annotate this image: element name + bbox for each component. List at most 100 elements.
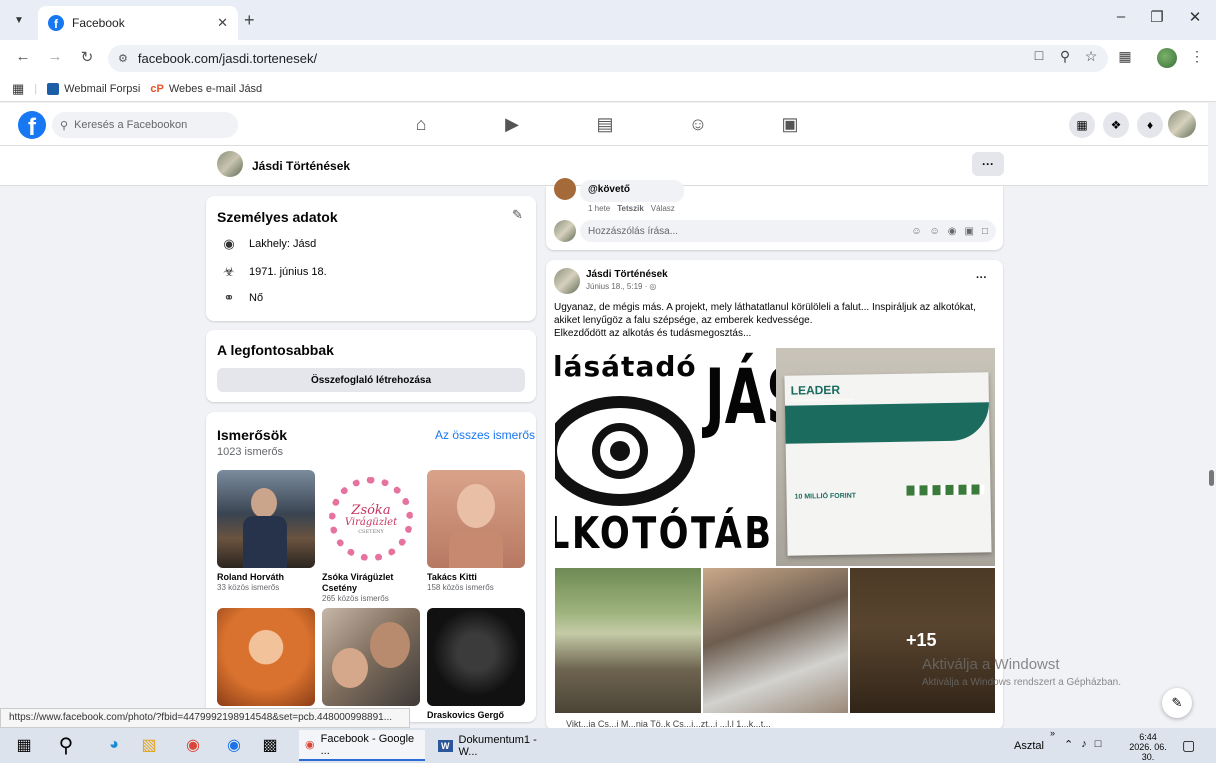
gif-icon[interactable]: ▣: [965, 226, 974, 237]
clock-time: 6:44: [1139, 732, 1157, 742]
video-icon[interactable]: ▶: [497, 114, 527, 135]
edge-icon[interactable]: ◕: [102, 733, 126, 757]
bookmark-label: Webmail Forpsi: [64, 82, 141, 95]
location-row: ◉ Lakhely: Jásd: [221, 236, 316, 252]
reload-icon[interactable]: ↻: [76, 48, 98, 66]
friend-name[interactable]: Takács Kitti: [427, 572, 525, 583]
new-tab-icon[interactable]: +: [244, 10, 255, 31]
gender-row: ⚭ Nő: [221, 290, 264, 306]
browser-tab[interactable]: f Facebook ✕: [38, 6, 238, 40]
account-avatar[interactable]: [1168, 110, 1196, 138]
forward-icon[interactable]: →: [44, 48, 66, 65]
friend-name[interactable]: Zsóka Virágüzlet Csetény: [322, 572, 420, 594]
friend-photo[interactable]: [427, 470, 525, 568]
windows-start-icon[interactable]: ▦: [12, 733, 36, 757]
desktop-toolbar[interactable]: Asztal: [1014, 740, 1044, 752]
facebook-logo-icon[interactable]: f: [18, 111, 46, 139]
all-friends-link[interactable]: Az összes ismerős: [435, 428, 535, 442]
back-icon[interactable]: ←: [12, 48, 34, 65]
new-message-icon[interactable]: ✎: [1162, 688, 1192, 718]
post-image-4[interactable]: [703, 568, 848, 713]
search-icon[interactable]: ⚲: [54, 733, 78, 757]
friend-photo[interactable]: Zsóka Virágüzlet CSETÉNY: [322, 470, 420, 568]
page-name[interactable]: Jásdi Történések: [252, 159, 350, 173]
friend-tile[interactable]: Takács Kitti 158 közös ismerős: [427, 470, 525, 593]
page-avatar[interactable]: [217, 151, 243, 177]
facebook-search-input[interactable]: ⚲ Keresés a Facebookon: [52, 112, 238, 138]
friend-tile[interactable]: Draskovics Gergő: [427, 608, 525, 721]
friend-tile[interactable]: [322, 608, 420, 706]
gaming-icon[interactable]: ▣: [775, 114, 805, 135]
post-image-5[interactable]: +15: [850, 568, 995, 713]
camera-icon[interactable]: ◉: [948, 226, 957, 237]
minimize-icon[interactable]: –: [1106, 8, 1136, 25]
notification-center-icon[interactable]: ▢: [1182, 737, 1195, 754]
post-author-avatar[interactable]: [554, 268, 580, 294]
network-icon[interactable]: □: [1095, 738, 1102, 751]
friend-photo[interactable]: [427, 608, 525, 706]
post-image-2[interactable]: LEADER Közösségvezérelt helyi fejlesztés…: [776, 348, 995, 566]
taskbar-app-chrome[interactable]: ◉ Facebook - Google ...: [299, 730, 425, 761]
zoom-icon[interactable]: ⚲: [1054, 48, 1076, 65]
tab-search-chevron-icon[interactable]: ▼: [8, 9, 30, 31]
leader-title: LEADER: [790, 382, 841, 398]
sticker-icon[interactable]: □: [982, 226, 988, 237]
comment-placeholder: Hozzászólás írása...: [588, 225, 679, 237]
file-explorer-icon[interactable]: ▧: [137, 733, 161, 757]
page-scrollbar[interactable]: [1209, 470, 1214, 486]
friend-photo[interactable]: [217, 608, 315, 706]
friend-photo[interactable]: [217, 470, 315, 568]
personal-info-title: Személyes adatok: [217, 209, 338, 225]
comment-reply-button[interactable]: Válasz: [651, 204, 675, 213]
menu-grid-icon[interactable]: ▦: [1069, 112, 1095, 138]
friend-name[interactable]: Draskovics Gergő: [427, 710, 525, 721]
close-window-icon[interactable]: ✕: [1180, 8, 1210, 26]
post-date[interactable]: Június 18., 5:19 ·: [586, 282, 647, 291]
post-author[interactable]: Jásdi Történések: [586, 269, 668, 280]
post-image-1[interactable]: lásátadó JÁS LKOTÓTÁB: [555, 348, 776, 566]
post-image-3[interactable]: [555, 568, 701, 713]
bookmark-webmail-forpsi[interactable]: Webmail Forpsi: [47, 82, 141, 95]
taskbar-app-word[interactable]: W Dokumentum1 - W...: [432, 730, 558, 761]
chrome-menu-icon[interactable]: ⋮: [1186, 48, 1208, 65]
home-icon[interactable]: ⌂: [406, 114, 436, 135]
my-avatar: [554, 220, 576, 242]
extensions-icon[interactable]: ▦: [1114, 48, 1136, 65]
close-tab-icon[interactable]: ✕: [217, 15, 228, 31]
edit-pencil-icon[interactable]: ✎: [512, 207, 523, 223]
comment-like-button[interactable]: Tetszik: [617, 204, 644, 213]
marketplace-icon[interactable]: ▤: [590, 114, 620, 135]
page-more-button[interactable]: ···: [972, 152, 1004, 176]
emoji-icon[interactable]: ☺: [930, 226, 940, 237]
avatar-sticker-icon[interactable]: ☺: [911, 226, 921, 237]
comment-time[interactable]: 1 hete: [588, 204, 610, 213]
friend-tile[interactable]: Roland Horváth 33 közös ismerős: [217, 470, 315, 593]
clock[interactable]: 6:44 2026. 06. 30.: [1126, 732, 1170, 762]
profile-avatar[interactable]: [1157, 48, 1177, 68]
apps-grid-icon[interactable]: ▦: [12, 81, 24, 97]
address-bar[interactable]: ⚙ facebook.com/jasdi.tortenesek/: [108, 45, 1108, 72]
restore-icon[interactable]: ❐: [1142, 8, 1172, 26]
app-window-icon[interactable]: ▩: [258, 733, 282, 757]
friend-tile[interactable]: [217, 608, 315, 706]
chrome-icon[interactable]: ◉: [181, 733, 205, 757]
friend-name[interactable]: Roland Horváth: [217, 572, 315, 583]
notifications-bell-icon[interactable]: ♦: [1137, 112, 1163, 138]
install-app-icon[interactable]: □: [1028, 47, 1050, 63]
post-options-button[interactable]: ···: [976, 272, 987, 284]
groups-icon[interactable]: ☺: [683, 114, 713, 135]
comment-mention[interactable]: @követő: [588, 184, 630, 195]
bookmark-webes-email[interactable]: cP Webes e-mail Jásd: [150, 83, 262, 95]
messenger-icon[interactable]: ❖: [1103, 112, 1129, 138]
create-summary-button[interactable]: Összefoglaló létrehozása: [217, 368, 525, 392]
bookmark-star-icon[interactable]: ☆: [1080, 48, 1102, 65]
comment-input[interactable]: Hozzászólás írása... ☺ ☺ ◉ ▣ □: [580, 220, 996, 242]
friend-photo[interactable]: [322, 608, 420, 706]
site-info-icon[interactable]: ⚙: [118, 52, 128, 65]
toolbar-expand-icon[interactable]: »: [1050, 728, 1055, 738]
friend-tile[interactable]: Zsóka Virágüzlet CSETÉNY Zsóka Virágüzle…: [322, 470, 420, 604]
commenter-avatar[interactable]: [554, 178, 576, 200]
volume-icon[interactable]: ♪: [1081, 738, 1087, 751]
thunderbird-icon[interactable]: ◉: [222, 733, 246, 757]
tray-chevron-icon[interactable]: ⌃: [1064, 738, 1073, 751]
